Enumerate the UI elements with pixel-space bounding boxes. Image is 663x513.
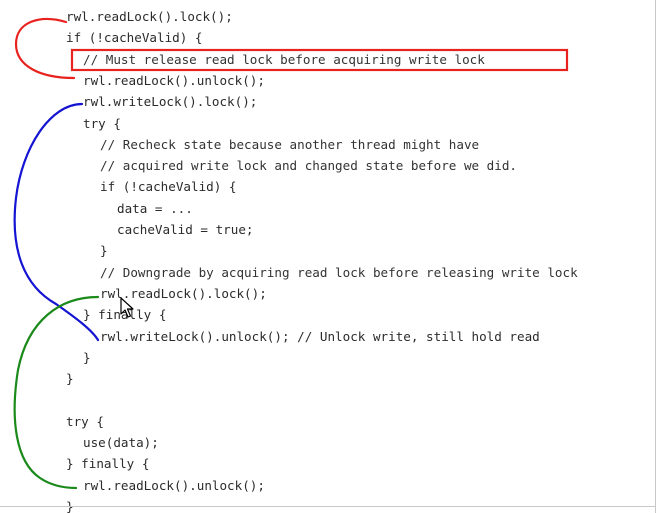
code-line: } <box>83 349 91 365</box>
code-line: rwl.writeLock().unlock(); // Unlock writ… <box>100 328 540 344</box>
code-line: } <box>66 371 74 387</box>
code-line: } finally { <box>66 456 150 472</box>
code-line: use(data); <box>83 435 159 450</box>
code-line: rwl.readLock().lock(); <box>66 9 233 24</box>
code-line: rwl.readLock().unlock(); <box>83 72 265 88</box>
code-line: rwl.writeLock().lock(); <box>83 94 258 110</box>
code-line: if (!cacheValid) { <box>100 179 237 195</box>
window-edge-bottom <box>0 506 656 507</box>
code-line: cacheValid = true; <box>117 222 254 237</box>
code-comment-line: // acquired write lock and changed state… <box>100 158 518 174</box>
code-line: try { <box>66 413 104 429</box>
window-edge <box>655 0 656 513</box>
red-bracket-annotation <box>14 17 76 80</box>
code-line: if (!cacheValid) { <box>66 30 203 46</box>
code-line: } <box>100 243 108 259</box>
code-comment-line: // Downgrade by acquiring read lock befo… <box>100 264 578 280</box>
code-comment-line: // Recheck state because another thread … <box>100 136 480 152</box>
code-comment-line: // Must release read lock before acquiri… <box>83 51 485 67</box>
code-line: rwl.readLock().unlock(); <box>83 477 265 493</box>
code-line: try { <box>83 115 121 131</box>
mouse-pointer-icon <box>120 297 134 318</box>
blue-bracket-annotation <box>13 102 100 342</box>
code-screenshot: rwl.readLock().lock(); if (!cacheValid) {… <box>0 0 663 513</box>
code-line: data = ... <box>117 200 193 216</box>
